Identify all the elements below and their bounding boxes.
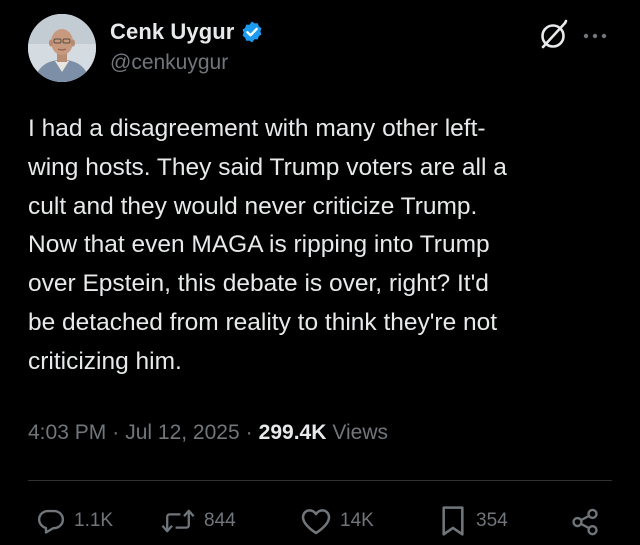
reply-button[interactable]: 1.1K bbox=[36, 504, 113, 538]
reply-count: 1.1K bbox=[74, 510, 114, 531]
avatar[interactable] bbox=[28, 14, 96, 82]
share-button[interactable] bbox=[570, 507, 600, 537]
bookmark-icon bbox=[442, 506, 464, 536]
repost-button[interactable]: 844 bbox=[160, 504, 236, 538]
meta-separator: · bbox=[245, 421, 253, 444]
tweet-meta: 4:03 PM · Jul 12, 2025 · 299.4K Views bbox=[28, 421, 388, 445]
views-label[interactable]: Views bbox=[332, 421, 388, 445]
like-count: 14K bbox=[340, 510, 374, 531]
bookmark-button[interactable]: 354 bbox=[438, 504, 508, 538]
action-bar: 1.1K 844 14K 354 bbox=[0, 504, 640, 538]
heart-icon bbox=[301, 509, 331, 535]
tweet-card: Cenk Uygur @cenkuygur I had a disagreeme… bbox=[0, 0, 640, 545]
author-handle[interactable]: @cenkuygur bbox=[110, 51, 228, 75]
author-name-row[interactable]: Cenk Uygur bbox=[110, 17, 264, 47]
grok-icon[interactable] bbox=[537, 18, 571, 52]
repost-icon bbox=[161, 509, 195, 533]
like-button[interactable]: 14K bbox=[300, 504, 374, 538]
divider bbox=[28, 480, 612, 481]
repost-count: 844 bbox=[204, 510, 236, 531]
bookmark-count: 354 bbox=[476, 510, 508, 531]
avatar-image bbox=[28, 14, 96, 82]
tweet-text: I had a disagreement with many other lef… bbox=[28, 115, 507, 375]
verified-badge-icon bbox=[240, 20, 264, 44]
meta-separator: · bbox=[112, 421, 120, 444]
views-count[interactable]: 299.4K bbox=[259, 421, 327, 445]
tweet-date[interactable]: Jul 12, 2025 bbox=[125, 421, 239, 445]
tweet-time[interactable]: 4:03 PM bbox=[28, 421, 106, 445]
more-icon[interactable] bbox=[582, 28, 608, 39]
author-display-name[interactable]: Cenk Uygur bbox=[110, 19, 234, 45]
reply-icon bbox=[37, 509, 65, 534]
share-icon bbox=[572, 508, 598, 536]
